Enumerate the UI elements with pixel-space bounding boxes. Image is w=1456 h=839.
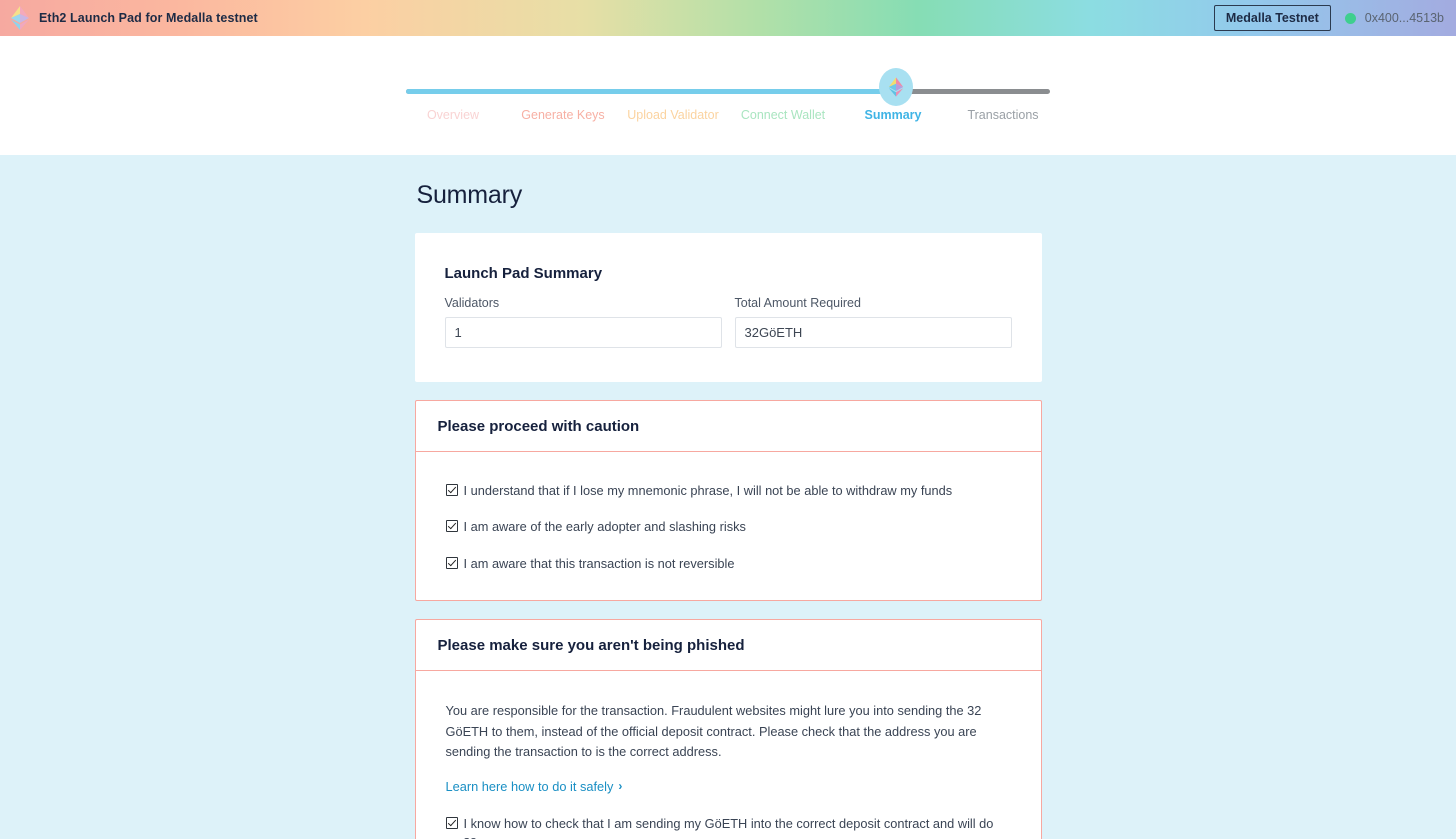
progress-stepper: Overview Generate Keys Upload Validator … xyxy=(398,68,1058,155)
summary-card-heading: Launch Pad Summary xyxy=(444,265,603,282)
ethereum-diamond-icon xyxy=(888,76,904,98)
caution-checkbox-label-1: I understand that if I lose my mnemonic … xyxy=(463,483,953,498)
stepper-labels: Overview Generate Keys Upload Validator … xyxy=(398,108,1058,122)
caution-checkbox-label-3: I am aware that this transaction is not … xyxy=(463,555,735,571)
total-amount-field: Total Amount Required xyxy=(734,296,1012,348)
phishing-checkbox-label: I know how to check that I am sending my… xyxy=(463,815,994,839)
phishing-checkbox-row[interactable]: I know how to check that I am sending my… xyxy=(445,815,1011,839)
page-title: Summary xyxy=(416,181,523,209)
launch-pad-summary-card: Launch Pad Summary Validators Total Amou… xyxy=(414,233,1042,382)
step-generate-keys[interactable]: Generate Keys xyxy=(508,108,618,122)
ethereum-diamond-icon xyxy=(10,6,30,30)
summary-fields: Validators Total Amount Required xyxy=(444,296,1012,348)
caution-checkbox-label-2: I am aware of the early adopter and slas… xyxy=(463,519,746,535)
stepper-band: Overview Generate Keys Upload Validator … xyxy=(0,36,1456,155)
phishing-card-body: You are responsible for the transaction.… xyxy=(416,671,1041,839)
checkbox-checked-icon[interactable] xyxy=(445,484,458,496)
phishing-card-heading: Please make sure you aren't being phishe… xyxy=(415,620,1041,671)
top-bar-right: Medalla Testnet 0x400...4513b xyxy=(1213,5,1444,31)
validators-field: Validators xyxy=(444,296,722,348)
phishing-card: Please make sure you aren't being phishe… xyxy=(414,618,1042,839)
wallet-address: 0x400...4513b xyxy=(1364,11,1444,25)
learn-safely-link[interactable]: Learn here how to do it safely › xyxy=(446,779,623,794)
stepper-current-marker[interactable] xyxy=(879,68,913,106)
wallet-indicator[interactable]: 0x400...4513b xyxy=(1344,11,1444,25)
top-bar-left: Eth2 Launch Pad for Medalla testnet xyxy=(10,6,1214,30)
caution-checkbox-row-1[interactable]: I understand that if I lose my mnemonic … xyxy=(445,482,1011,499)
checkbox-checked-icon[interactable] xyxy=(445,816,458,829)
phishing-paragraph: You are responsible for the transaction.… xyxy=(445,702,982,760)
chevron-right-icon: › xyxy=(618,779,623,794)
caution-card-body: I understand that if I lose my mnemonic … xyxy=(416,452,1041,600)
step-connect-wallet[interactable]: Connect Wallet xyxy=(728,108,838,122)
app-title: Eth2 Launch Pad for Medalla testnet xyxy=(39,11,258,25)
content-column: Summary Launch Pad Summary Validators To… xyxy=(414,155,1042,839)
caution-card: Please proceed with caution I understand… xyxy=(414,400,1042,601)
caution-card-heading: Please proceed with caution xyxy=(415,401,1041,452)
validators-label: Validators xyxy=(444,296,500,310)
step-summary[interactable]: Summary xyxy=(838,108,948,122)
caution-checkbox-row-2[interactable]: I am aware of the early adopter and slas… xyxy=(445,518,1011,535)
checkbox-checked-icon[interactable] xyxy=(445,556,458,569)
checkbox-checked-icon[interactable] xyxy=(445,520,458,533)
step-upload-validator[interactable]: Upload Validator xyxy=(618,108,728,122)
main-content: Summary Launch Pad Summary Validators To… xyxy=(0,155,1456,839)
network-badge-button[interactable]: Medalla Testnet xyxy=(1213,5,1331,31)
stepper-track-fill xyxy=(406,89,898,94)
learn-safely-link-label: Learn here how to do it safely xyxy=(445,778,614,794)
step-overview[interactable]: Overview xyxy=(398,108,508,122)
total-amount-label: Total Amount Required xyxy=(734,296,861,310)
validators-input[interactable] xyxy=(444,317,722,348)
green-status-dot-icon xyxy=(1344,12,1356,24)
total-amount-input[interactable] xyxy=(734,317,1012,348)
caution-checkbox-row-3[interactable]: I am aware that this transaction is not … xyxy=(445,555,1011,572)
step-transactions[interactable]: Transactions xyxy=(948,108,1058,122)
top-bar: Eth2 Launch Pad for Medalla testnet Meda… xyxy=(0,0,1456,36)
